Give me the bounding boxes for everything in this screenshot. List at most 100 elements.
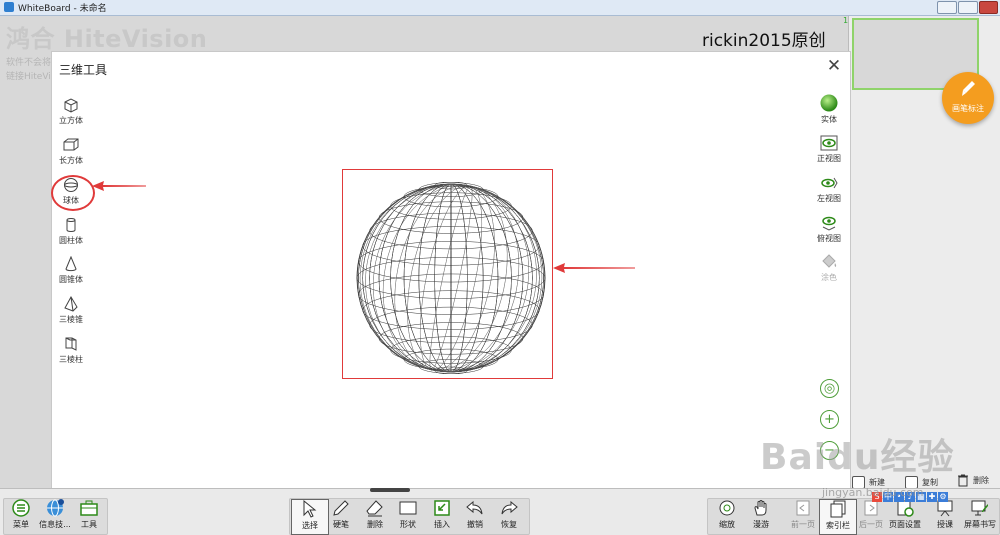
shape-label: 形状 <box>400 520 416 529</box>
sphere-longitude <box>390 183 512 373</box>
dialog-close-button[interactable]: ✕ <box>826 58 842 75</box>
sphere-wireframe <box>356 182 546 374</box>
ime-settings-icon: ⚙ <box>938 492 948 502</box>
tool-triangular-pyramid-label: 三棱锥 <box>59 315 83 324</box>
credit-text: rickin2015原创 <box>702 31 826 51</box>
tool-triangular-prism[interactable]: 三棱柱 <box>51 336 91 365</box>
triangular-prism-icon <box>65 337 77 351</box>
sphere-mesh-line <box>373 184 529 372</box>
roam-label: 漫游 <box>753 520 769 529</box>
sphere-mesh-line <box>382 184 520 372</box>
hand-icon <box>754 500 767 516</box>
tool-cuboid-label: 长方体 <box>59 156 83 165</box>
next-page-button[interactable]: 后一页 <box>853 499 889 533</box>
rectangle-icon <box>399 501 417 515</box>
tool-cube[interactable]: 立方体 <box>51 97 91 126</box>
info-tech-button[interactable]: 信息技... <box>37 499 73 533</box>
tool-top-view-label: 俯视图 <box>817 234 841 243</box>
teach-button[interactable]: 授课 <box>927 499 963 533</box>
sphere-mesh-line <box>429 185 473 371</box>
sphere-longitude <box>450 183 452 373</box>
menu-icon <box>12 499 30 517</box>
page-settings-label: 页面设置 <box>889 520 921 529</box>
annotation-arrow-left <box>92 181 146 191</box>
screen-write-button[interactable]: 屏幕书写 <box>961 499 999 533</box>
next-page-label: 后一页 <box>859 520 883 529</box>
tool-triangular-pyramid[interactable]: 三棱锥 <box>51 296 91 325</box>
tool-top-view[interactable]: 俯视图 <box>809 215 849 244</box>
paint-bucket-icon <box>822 254 837 268</box>
globe-icon <box>47 499 64 517</box>
sphere-mesh-line <box>429 185 473 371</box>
toolbox-icon <box>80 500 98 516</box>
zoom-tool-button[interactable]: 缩放 <box>709 499 745 533</box>
app-icon <box>4 2 14 12</box>
zoom-in-button[interactable]: + <box>820 410 839 429</box>
shape-button[interactable]: 形状 <box>390 499 426 533</box>
select-label: 选择 <box>302 521 318 530</box>
delete-page-label: 删除 <box>973 476 989 485</box>
pen-label: 硬笔 <box>333 520 349 529</box>
ime-skin-icon: ✚ <box>927 492 937 502</box>
toolbar-drag-handle[interactable] <box>370 488 410 492</box>
pen-annotation-button[interactable]: 画笔标注 <box>942 72 994 124</box>
eraser-button[interactable]: 删除 <box>357 499 393 533</box>
sphere-longitude <box>358 183 544 373</box>
cylinder-icon <box>66 218 76 232</box>
insert-label: 插入 <box>434 520 450 529</box>
cube-icon <box>64 98 78 113</box>
sphere-mesh-line <box>373 184 529 372</box>
delete-page-button[interactable]: 删除 <box>957 474 989 487</box>
pen-icon <box>333 500 349 516</box>
eraser-label: 删除 <box>367 520 383 529</box>
watermark: Baidu经验 <box>760 437 955 478</box>
tool-left-view[interactable]: 左视图 <box>809 175 849 204</box>
top-view-icon <box>822 216 836 231</box>
sphere-mesh-line <box>382 184 520 372</box>
redo-button[interactable]: 恢复 <box>491 499 527 533</box>
tool-solid[interactable]: 实体 <box>809 94 849 125</box>
close-window-button[interactable] <box>979 1 998 14</box>
tool-cuboid[interactable]: 长方体 <box>51 137 91 166</box>
menu-button[interactable]: 菜单 <box>3 499 39 533</box>
sphere-mesh-line <box>407 185 495 371</box>
zoom-icon <box>719 500 735 516</box>
center-view-button[interactable]: ◎ <box>820 379 839 398</box>
redo-icon <box>501 500 518 515</box>
tools-button[interactable]: 工具 <box>71 499 107 533</box>
sphere-latitude <box>356 257 546 299</box>
sphere-longitude <box>403 183 499 373</box>
tool-triangular-prism-label: 三棱柱 <box>59 355 83 364</box>
prev-page-button[interactable]: 前一页 <box>785 499 821 533</box>
window-title: WhiteBoard - 未命名 <box>18 4 107 14</box>
tool-paint[interactable]: 涂色 <box>809 254 849 283</box>
sphere-longitude <box>390 183 512 373</box>
tool-cylinder[interactable]: 圆柱体 <box>51 217 91 246</box>
index-button[interactable]: 索引栏 <box>819 499 857 535</box>
solid-icon <box>820 94 838 112</box>
sphere-longitude <box>358 183 544 373</box>
screen-write-icon <box>971 500 988 516</box>
cursor-icon <box>303 500 317 518</box>
sphere-longitude <box>434 183 468 373</box>
tool-cone[interactable]: 圆锥体 <box>51 256 91 285</box>
minimize-button[interactable] <box>937 1 957 14</box>
sphere-latitude <box>358 273 544 315</box>
teach-label: 授课 <box>937 520 953 529</box>
trash-icon <box>958 474 968 487</box>
left-view-icon <box>821 177 838 189</box>
undo-button[interactable]: 撤销 <box>457 499 493 533</box>
restore-button[interactable] <box>958 1 978 14</box>
roam-button[interactable]: 漫游 <box>743 499 779 533</box>
thumbnail-page-number: 1 <box>843 16 849 25</box>
prev-page-label: 前一页 <box>791 520 815 529</box>
tool-front-view[interactable]: 正视图 <box>809 135 849 164</box>
tool-cube-label: 立方体 <box>59 116 83 125</box>
triangular-pyramid-icon <box>64 296 78 312</box>
tool-cone-label: 圆锥体 <box>59 275 83 284</box>
insert-button[interactable]: 插入 <box>424 499 460 533</box>
page-settings-button[interactable]: 页面设置 <box>886 499 924 533</box>
cone-icon <box>65 256 77 272</box>
tool-paint-label: 涂色 <box>821 273 837 282</box>
pen-button[interactable]: 硬笔 <box>323 499 359 533</box>
